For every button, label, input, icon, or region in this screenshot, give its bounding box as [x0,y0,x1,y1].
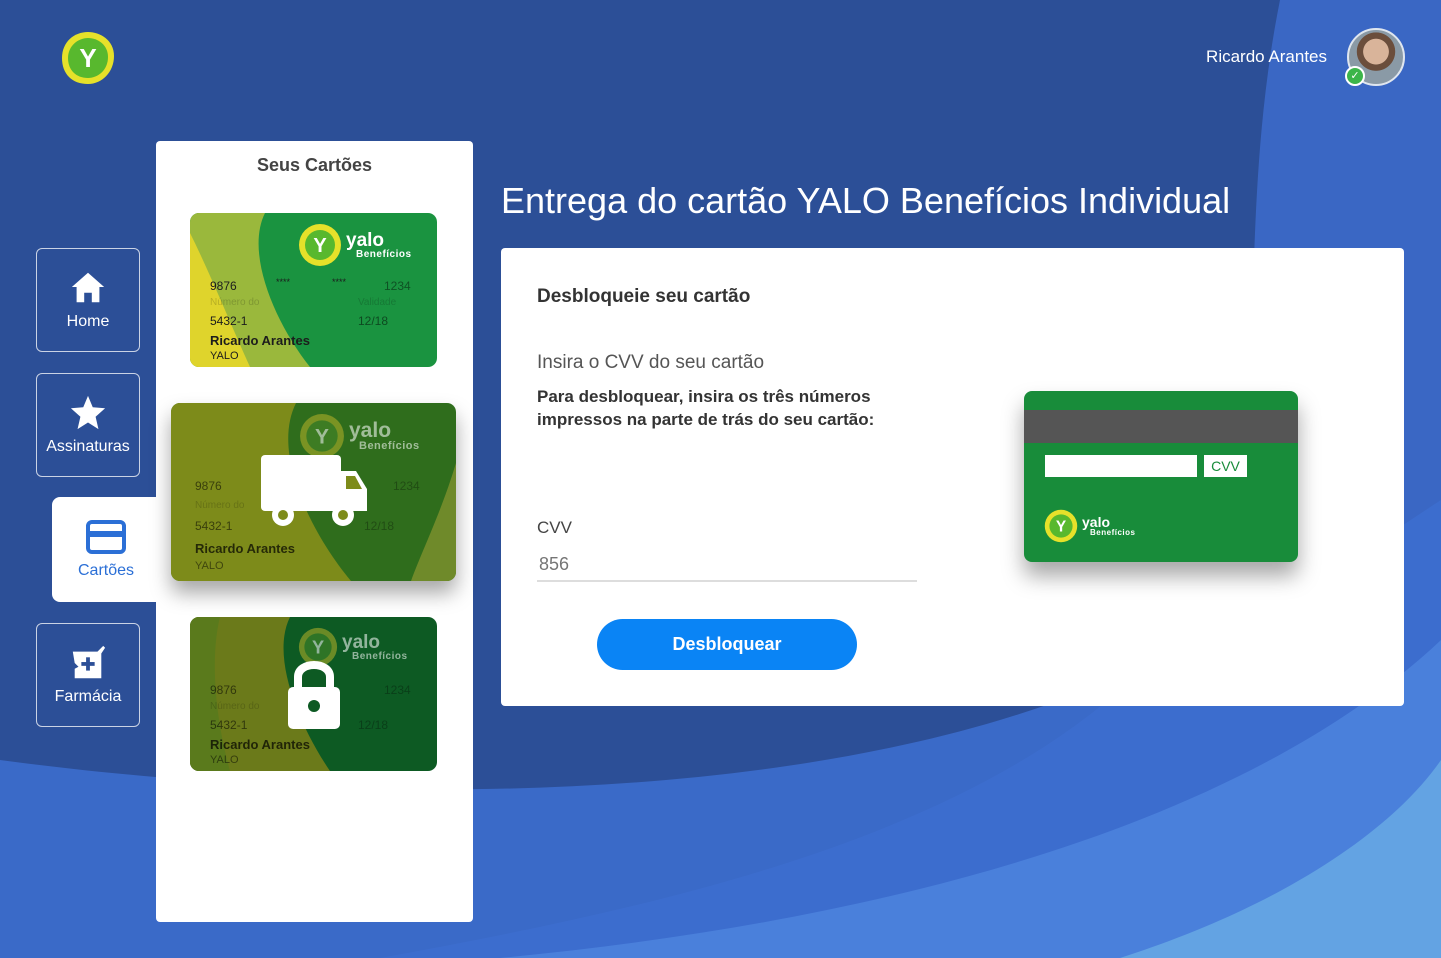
svg-text:Y: Y [79,43,96,73]
card-brand-logo: Y yalo Benefícios [298,223,412,267]
signature-strip [1045,455,1197,477]
pharmacy-icon [72,645,106,679]
cards-panel: Seus Cartões Y yalo Benefícios 9876 ****… [156,141,473,922]
instructions-text: Para desbloquear, insira os três números… [537,387,875,429]
avatar[interactable]: ✓ [1345,28,1405,86]
page-title: Entrega do cartão YALO Benefícios Indivi… [501,180,1231,221]
star-icon [70,395,106,430]
yalo-y-icon: Y [299,224,341,266]
card-company: YALO [210,350,239,362]
card-number-mask: **** [332,277,347,287]
nav-cartoes[interactable]: Cartões [52,497,160,602]
user-name: Ricardo Arantes [1206,47,1327,66]
yalo-logo[interactable]: Y [60,30,116,86]
section-subtitle: Insira o CVV do seu cartão [537,352,765,373]
truck-icon [261,455,367,526]
nav-assinaturas-label: Assinaturas [46,438,130,455]
section-title: Desbloqueie seu cartão [537,286,751,307]
lock-icon [288,661,340,729]
card-code: 5432-1 [210,314,248,328]
nav-assinaturas[interactable]: Assinaturas [36,373,140,477]
card-expiry: 12/18 [358,314,389,328]
card-brand-name: yalo [1082,514,1111,530]
magnetic-stripe [1024,410,1298,443]
cards-panel-title: Seus Cartões [256,155,373,175]
unlock-panel: Desbloqueie seu cartão Insira o CVV do s… [501,248,1404,706]
card-brand-logo: Y yalo Benefícios [1044,509,1135,543]
card-faint-label: Número do [210,297,260,308]
card-item-locked[interactable]: Y yalo Benefícios 9876 1234 Número do 54… [190,617,437,771]
nav-home-label: Home [66,313,110,330]
card-holder: Ricardo Arantes [210,333,310,348]
nav-cartoes-label: Cartões [77,561,135,579]
cvv-label: CVV [537,518,572,537]
cvv-tag: CVV [1204,455,1247,477]
svg-text:Y: Y [1056,518,1067,535]
card-brand-sub: Benefícios [356,248,412,260]
credit-card-icon [86,519,126,554]
card-item-active[interactable]: Y yalo Benefícios 9876 **** **** 1234 Nú… [190,213,437,367]
card-number-start: 9876 [210,279,237,293]
yalo-y-icon: Y [1044,509,1078,543]
card-faint-label: Validade [358,297,397,308]
svg-text:Y: Y [313,235,327,257]
nav-farmacia-label: Farmácia [54,688,122,705]
verified-check-icon: ✓ [1345,66,1365,86]
cvv-input[interactable] [537,548,917,582]
card-brand-name: yalo [346,229,385,251]
card-brand-sub: Benefícios [1090,528,1136,537]
nav-farmacia[interactable]: Farmácia [36,623,140,727]
card-number-mask: **** [276,277,291,287]
card-number-end: 1234 [384,279,411,293]
card-item-in-delivery[interactable]: Y yalo Benefícios 9876 1234 Número do 54… [171,403,456,581]
home-icon [71,272,105,303]
card-back-illustration: CVV Y yalo Benefícios [1024,391,1298,562]
unlock-button[interactable]: Desbloquear [597,619,857,670]
user-profile[interactable]: Ricardo Arantes ✓ [1206,28,1405,86]
nav-home[interactable]: Home [36,248,140,352]
